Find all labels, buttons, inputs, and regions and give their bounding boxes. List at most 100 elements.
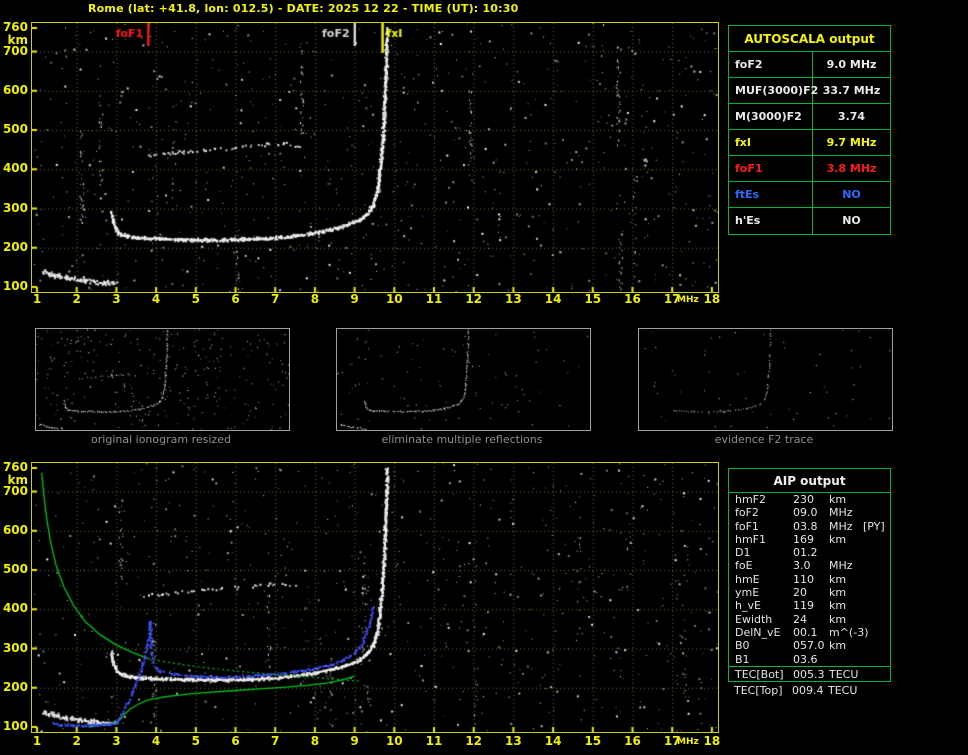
x-tick-label: 12 <box>465 734 483 748</box>
param-unit: km <box>829 572 847 586</box>
aip-output-rows: hmF2 230 km foF2 09.0 MHz foF1 03.8 MHz [PY] hmF1 1… <box>729 493 890 666</box>
autoscala-row: foF2 9.0 MHz <box>729 52 890 78</box>
param-extra <box>863 626 890 639</box>
param-unit: MHz <box>829 506 853 520</box>
param-value: NO <box>842 214 861 227</box>
autoscala-window: Rome (lat: +41.8, lon: 012.5) - DATE: 20… <box>0 0 968 755</box>
param-value: 03.6 <box>793 652 818 666</box>
x-tick-label: 18 <box>703 292 721 306</box>
thumbnail-original-ionogram <box>35 328 290 431</box>
x-tick-label: 12 <box>465 292 483 306</box>
y-tick-label: 400 <box>2 161 28 176</box>
param-value: 119 <box>793 599 814 613</box>
aip-row: D1 01.2 <box>729 546 890 559</box>
aip-row: foE 3.0 MHz <box>729 559 890 572</box>
param-value: 9.7 MHz <box>826 136 877 149</box>
param-value: 01.2 <box>793 546 818 560</box>
y-tick-label: 200 <box>2 239 28 254</box>
param-label: TEC[Bot] <box>735 667 784 681</box>
autoscala-row: fxI 9.7 MHz <box>729 130 890 156</box>
param-label: h'Es <box>729 208 813 234</box>
param-value: 9.0 MHz <box>826 58 877 71</box>
y-tick-label: 200 <box>2 679 28 694</box>
x-tick-label: 15 <box>584 734 602 748</box>
x-tick-label: 11 <box>425 292 443 306</box>
thumbnail-caption: original ionogram resized <box>91 433 231 446</box>
param-unit: MHz <box>829 519 853 533</box>
x-tick-label: 8 <box>310 734 320 748</box>
aip-row: hmF2 230 km <box>729 493 890 506</box>
param-unit: km <box>829 639 847 653</box>
param-extra <box>863 613 890 626</box>
x-tick-label: 1 <box>32 734 42 748</box>
param-value: 24 <box>793 612 807 626</box>
param-value: 057.0 <box>793 639 825 653</box>
param-label: DelN_vE <box>735 625 781 639</box>
param-value: 110 <box>793 572 814 586</box>
param-extra <box>863 493 890 506</box>
param-extra <box>863 573 890 586</box>
aip-row: foF1 03.8 MHz [PY] <box>729 520 890 533</box>
param-unit <box>829 653 863 666</box>
y-axis-unit: km <box>7 33 28 47</box>
y-tick-label: 760 <box>2 20 28 34</box>
y-tick-label: 500 <box>2 122 28 137</box>
x-tick-label: 9 <box>350 292 359 306</box>
param-label: hmF2 <box>735 493 767 506</box>
param-label: B0 <box>735 639 750 653</box>
aip-row: ymE 20 km <box>729 586 890 599</box>
thumbnail-caption: evidence F2 trace <box>714 433 814 446</box>
aip-row: DelN_vE 00.1 m^(-3) <box>729 626 890 639</box>
param-value: 230 <box>793 493 814 506</box>
thumbnail-eliminate-reflections <box>336 328 591 431</box>
param-unit: TECU <box>828 684 858 697</box>
x-tick-label: 4 <box>151 292 161 306</box>
y-tick-label: 500 <box>2 562 28 577</box>
autoscala-output-title: AUTOSCALA output <box>729 26 890 52</box>
y-tick-label: 300 <box>2 200 28 215</box>
x-tick-label: 7 <box>271 292 280 306</box>
x-tick-label: 11 <box>425 734 443 748</box>
param-label: B1 <box>735 652 750 666</box>
x-tick-label: 13 <box>505 292 522 306</box>
param-extra <box>863 506 890 519</box>
param-extra <box>863 653 890 666</box>
thumbnail-caption: eliminate multiple reflections <box>381 433 543 446</box>
param-value: 005.3 <box>793 667 825 681</box>
aip-output-title: AIP output <box>729 469 890 493</box>
x-tick-label: 18 <box>703 734 721 748</box>
param-value: 33.7 MHz <box>822 84 881 97</box>
profile-ionogram-plot <box>31 462 719 733</box>
param-extra <box>863 546 890 559</box>
param-extra <box>863 639 890 652</box>
x-tick-label: 15 <box>584 292 602 306</box>
param-label: foF2 <box>735 506 759 520</box>
param-extra <box>863 599 890 612</box>
x-tick-label: 10 <box>385 292 403 306</box>
param-label: hmF1 <box>735 532 767 546</box>
x-tick-label: 13 <box>505 734 522 748</box>
aip-row: hmF1 169 km <box>729 533 890 546</box>
param-label: foF2 <box>729 52 813 77</box>
param-value: NO <box>842 188 861 201</box>
param-value: 03.8 <box>793 519 818 533</box>
autoscala-output-rows: foF2 9.0 MHz MUF(3000)F2 33.7 MHz M(3000)F2 3… <box>729 52 890 234</box>
param-value: 00.1 <box>793 625 818 639</box>
param-unit: TECU <box>829 667 859 681</box>
aip-row: hmE 110 km <box>729 573 890 586</box>
x-tick-label: 14 <box>544 734 562 748</box>
x-tick-label: 2 <box>72 734 81 748</box>
y-tick-label: 600 <box>2 82 28 97</box>
autoscala-row: foF1 3.8 MHz <box>729 156 890 182</box>
x-tick-label: 6 <box>231 292 240 306</box>
window-title: Rome (lat: +41.8, lon: 012.5) - DATE: 20… <box>88 2 519 15</box>
param-value: 3.0 <box>793 559 811 573</box>
aip-row: h_vE 119 km <box>729 599 890 612</box>
tec-top-row: TEC[Top] 009.4 TECU <box>728 684 891 697</box>
param-unit: m^(-3) <box>829 625 869 639</box>
aip-row: B0 057.0 km <box>729 639 890 652</box>
x-tick-label: 10 <box>385 734 403 748</box>
thumbnail-evidence-f2-trace <box>638 328 893 431</box>
y-tick-label: 100 <box>2 718 28 733</box>
param-unit: km <box>829 612 847 626</box>
